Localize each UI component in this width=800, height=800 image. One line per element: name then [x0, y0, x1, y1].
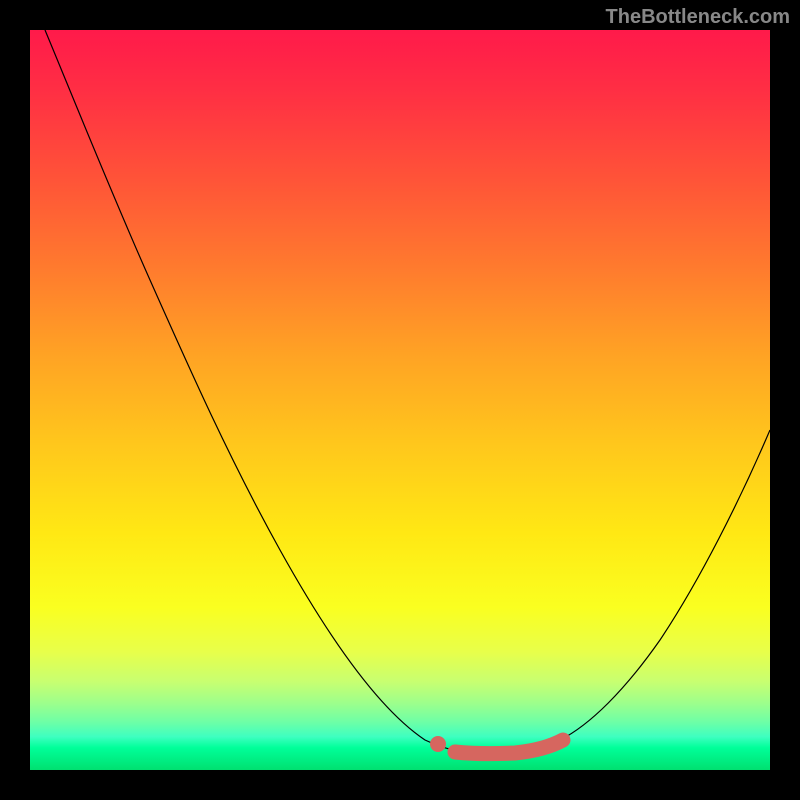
- highlight-marker: [455, 740, 563, 754]
- chart-svg: [30, 30, 770, 770]
- bottleneck-curve: [45, 30, 770, 754]
- highlight-start-dot: [430, 736, 446, 752]
- plot-area: [30, 30, 770, 770]
- attribution-text: TheBottleneck.com: [606, 6, 790, 29]
